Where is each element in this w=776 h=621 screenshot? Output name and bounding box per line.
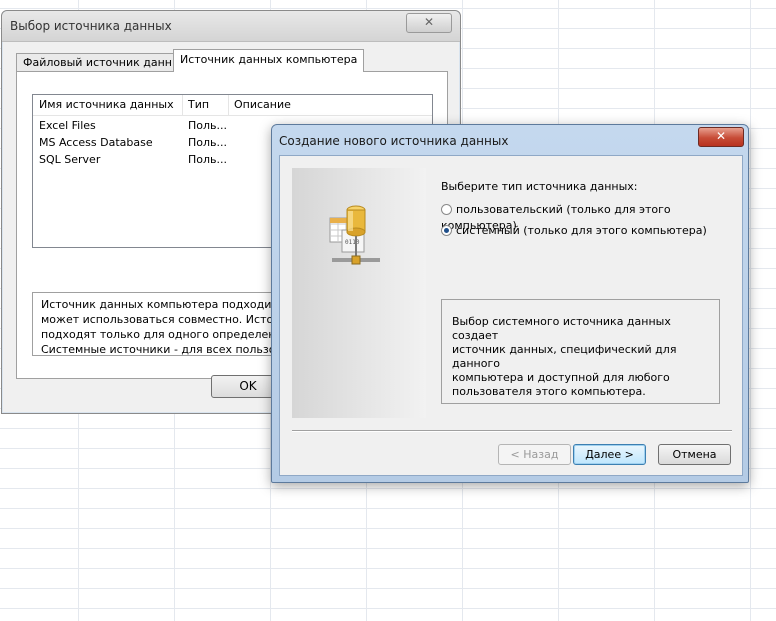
close-icon: ✕: [423, 15, 435, 29]
prompt-label: Выберите тип источника данных:: [441, 180, 638, 193]
database-server-icon: 0110: [329, 205, 380, 265]
tab-machine-data-source[interactable]: Источник данных компьютера: [173, 49, 365, 72]
radio-button-icon: [441, 204, 452, 215]
column-header-description[interactable]: Описание: [228, 95, 434, 115]
info-box: Выбор системного источника данных создае…: [441, 299, 720, 404]
title-bar[interactable]: Выбор источника данных ✕: [2, 11, 460, 42]
dialog-title: Выбор источника данных: [10, 19, 172, 33]
info-line: Выбор системного источника данных создае…: [452, 315, 671, 342]
radio-label: системный (только для этого компьютера): [456, 224, 707, 237]
info-line: источник данных, специфический для данно…: [452, 343, 677, 370]
close-button[interactable]: ✕: [406, 13, 452, 33]
item-type: Поль...: [188, 153, 228, 166]
create-new-data-source-dialog: Создание нового источника данных ✕ 0110: [271, 124, 749, 483]
info-line: пользователя этого компьютера.: [452, 385, 646, 398]
tab-label: Файловый источник данных: [23, 56, 188, 69]
item-name: Excel Files: [39, 119, 96, 132]
next-button[interactable]: Далее >: [573, 444, 646, 465]
item-type: Поль...: [188, 136, 228, 149]
item-name: MS Access Database: [39, 136, 153, 149]
list-header: Имя источника данных Тип Описание: [33, 95, 432, 116]
wizard-side-panel: 0110: [292, 168, 426, 418]
dialog-title: Создание нового источника данных: [279, 134, 509, 148]
tab-file-data-source[interactable]: Файловый источник данных: [16, 53, 195, 72]
radio-user-dsn[interactable]: пользовательский (только для этого компь…: [441, 202, 742, 232]
separator: [292, 430, 732, 432]
close-icon: ✕: [715, 129, 727, 143]
radio-selected-icon: [441, 225, 452, 236]
svg-text:0110: 0110: [345, 239, 360, 246]
cancel-button[interactable]: Отмена: [658, 444, 731, 465]
radio-system-dsn[interactable]: системный (только для этого компьютера): [441, 223, 707, 239]
item-type: Поль...: [188, 119, 228, 132]
close-button[interactable]: ✕: [698, 127, 744, 147]
column-header-type[interactable]: Тип: [182, 95, 229, 115]
tab-label: Источник данных компьютера: [180, 53, 358, 66]
dialog-client-area: 0110 Выберите тип источника данных: поль…: [279, 155, 743, 476]
info-line: компьютера и доступной для любого: [452, 371, 670, 384]
back-button[interactable]: < Назад: [498, 444, 571, 465]
item-name: SQL Server: [39, 153, 101, 166]
column-header-name[interactable]: Имя источника данных: [33, 95, 183, 115]
